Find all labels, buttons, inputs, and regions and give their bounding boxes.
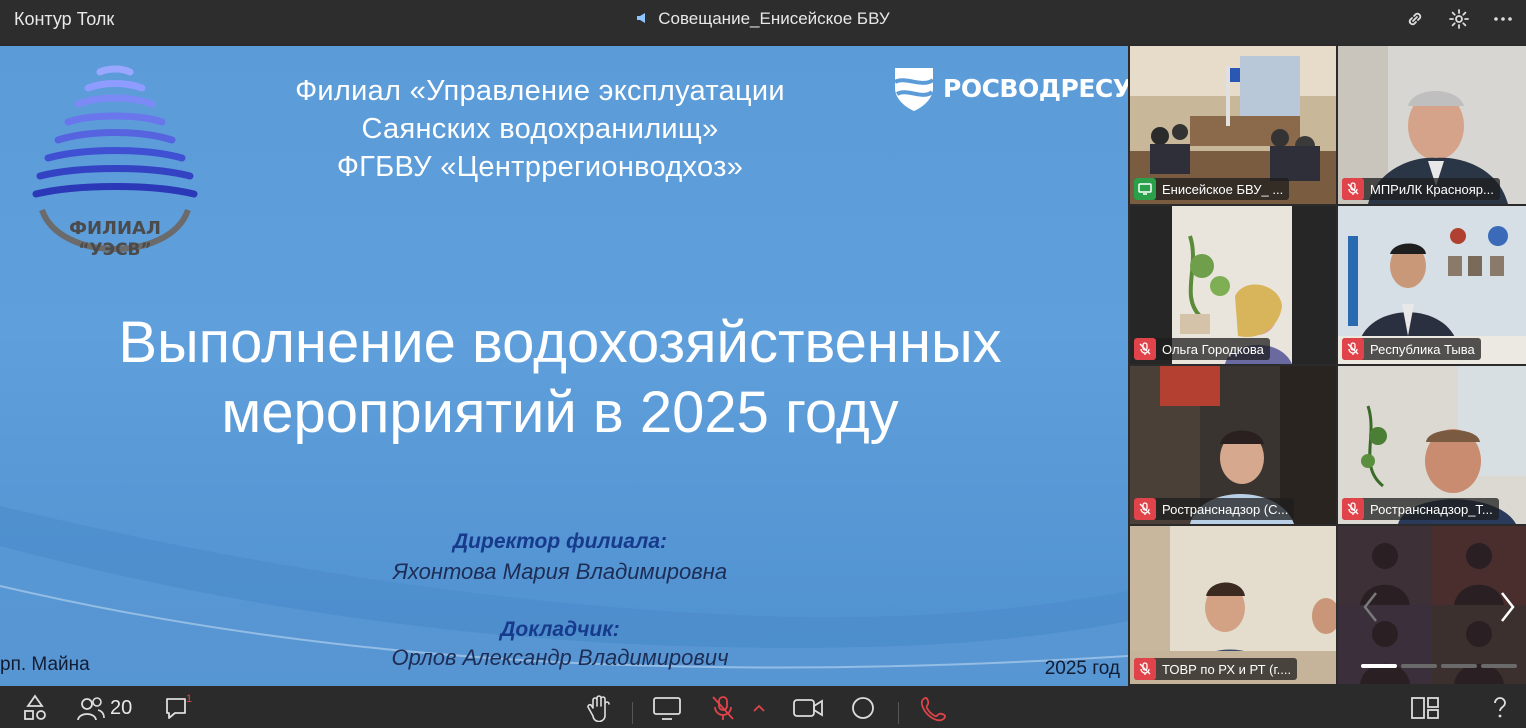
chat-icon: 1 xyxy=(166,693,192,719)
participant-tile[interactable]: Ространснадзор (С... xyxy=(1130,366,1336,524)
logo-text-1: ФИЛИАЛ xyxy=(69,218,161,239)
page-indicator xyxy=(1361,664,1517,668)
slide-place: рп. Майна xyxy=(0,654,90,675)
participant-name: МПРиЛК Краснояр... xyxy=(1370,181,1494,197)
participant-name: Енисейское БВУ_ ... xyxy=(1162,181,1284,197)
chevron-right-icon[interactable] xyxy=(1496,590,1518,629)
layout-icon[interactable] xyxy=(1410,694,1440,722)
gear-icon[interactable] xyxy=(1446,6,1472,32)
organization-name: Филиал «Управление эксплуатации Саянских… xyxy=(220,72,860,186)
participant-name: Ольга Городкова xyxy=(1162,341,1264,357)
slide-title-line-2: мероприятий в 2025 году xyxy=(221,380,899,445)
toolbar-divider xyxy=(632,702,633,724)
shared-slide: ФИЛИАЛ “УЭСВ” Филиал «Управление эксплуа… xyxy=(0,46,1128,686)
participant-label: ТОВР по РХ и РТ (г.... xyxy=(1134,658,1298,680)
top-bar: Контур Толк Совещание_Енисейское БВУ xyxy=(0,0,1526,44)
participants-button[interactable]: 20 xyxy=(76,694,132,722)
help-icon[interactable] xyxy=(1490,694,1510,722)
link-icon[interactable] xyxy=(1402,6,1428,32)
director-name: Яхонтова Мария Владимировна xyxy=(392,559,728,584)
participant-label: Ольга Городкова xyxy=(1134,338,1270,360)
org-line-1: Филиал «Управление эксплуатации xyxy=(295,75,785,107)
users-icon xyxy=(77,697,105,721)
participant-label: Енисейское БВУ_ ... xyxy=(1134,178,1290,200)
participant-name: ТОВР по РХ и РТ (г.... xyxy=(1162,661,1292,677)
record-icon[interactable] xyxy=(850,694,876,722)
chevron-up-icon[interactable] xyxy=(752,694,766,722)
participant-tile[interactable]: Ространснадзор_Т... xyxy=(1338,366,1526,524)
page-dot[interactable] xyxy=(1361,664,1397,668)
camera-icon[interactable] xyxy=(792,694,824,722)
participant-label: Республика Тыва xyxy=(1342,338,1481,360)
chat-button[interactable]: 1 xyxy=(164,693,194,722)
bottom-toolbar: 20 1 xyxy=(0,688,1526,728)
mic-off-icon xyxy=(1134,498,1156,520)
screen-share-button-icon[interactable] xyxy=(652,694,682,722)
logo-text-2: “УЭСВ” xyxy=(78,240,151,260)
participant-label: Ространснадзор_Т... xyxy=(1342,498,1499,520)
shield-icon xyxy=(893,68,935,111)
more-icon[interactable] xyxy=(1490,6,1516,32)
participant-name: Республика Тыва xyxy=(1370,341,1475,357)
org-line-2: Саянских водохранилищ» xyxy=(361,113,719,145)
shapes-icon[interactable] xyxy=(22,694,48,722)
participant-name: Ространснадзор_Т... xyxy=(1370,501,1493,517)
mic-off-icon xyxy=(1342,498,1364,520)
brand-logo: РОСВОДРЕСУРСЫ xyxy=(893,64,1128,112)
participants-count: 20 xyxy=(110,696,133,719)
meeting-title: Совещание_Енисейское БВУ xyxy=(0,9,1526,29)
microphone-off-icon[interactable] xyxy=(710,694,736,722)
mic-off-icon xyxy=(1134,338,1156,360)
chevron-left-icon[interactable] xyxy=(1360,590,1382,629)
chat-badge: 1 xyxy=(186,693,192,705)
raise-hand-icon[interactable] xyxy=(586,694,612,722)
speaker-name: Орлов Александр Владимирович xyxy=(391,645,729,670)
page-dot[interactable] xyxy=(1481,664,1517,668)
brand-text: РОСВОДРЕСУРСЫ xyxy=(943,73,1128,103)
participant-label: МПРиЛК Краснояр... xyxy=(1342,178,1500,200)
toolbar-divider xyxy=(898,702,899,724)
participant-tile[interactable]: Енисейское БВУ_ ... xyxy=(1130,46,1336,204)
participant-tile[interactable]: Республика Тыва xyxy=(1338,206,1526,364)
page-dot[interactable] xyxy=(1401,664,1437,668)
participant-name: Ространснадзор (С... xyxy=(1162,501,1289,517)
mic-off-icon xyxy=(1342,178,1364,200)
participant-label: Ространснадзор (С... xyxy=(1134,498,1295,520)
mic-off-icon xyxy=(1134,658,1156,680)
megaphone-icon xyxy=(636,11,652,27)
participant-tile[interactable]: ТОВР по РХ и РТ (г.... xyxy=(1130,526,1336,684)
meeting-title-text: Совещание_Енисейское БВУ xyxy=(658,9,890,28)
slide-year: 2025 год xyxy=(1044,658,1120,679)
slide-title: Выполнение водохозяйственных мероприятий… xyxy=(40,308,1080,448)
page-dot[interactable] xyxy=(1441,664,1477,668)
screen-share-icon xyxy=(1134,178,1156,200)
speaker-role: Докладчик: xyxy=(500,618,620,641)
director-role: Директор филиала: xyxy=(453,530,667,553)
filial-logo: ФИЛИАЛ “УЭСВ” xyxy=(30,62,200,267)
mic-off-icon xyxy=(1342,338,1364,360)
participant-tile[interactable]: Ольга Городкова xyxy=(1130,206,1336,364)
end-call-icon[interactable] xyxy=(918,694,948,722)
slide-title-line-1: Выполнение водохозяйственных xyxy=(118,310,1002,375)
org-line-3: ФГБВУ «Центррегионводхоз» xyxy=(336,151,744,183)
participant-tile[interactable]: МПРиЛК Краснояр... xyxy=(1338,46,1526,204)
participant-grid: Енисейское БВУ_ ... МПРиЛК Краснояр... О… xyxy=(1130,46,1526,686)
